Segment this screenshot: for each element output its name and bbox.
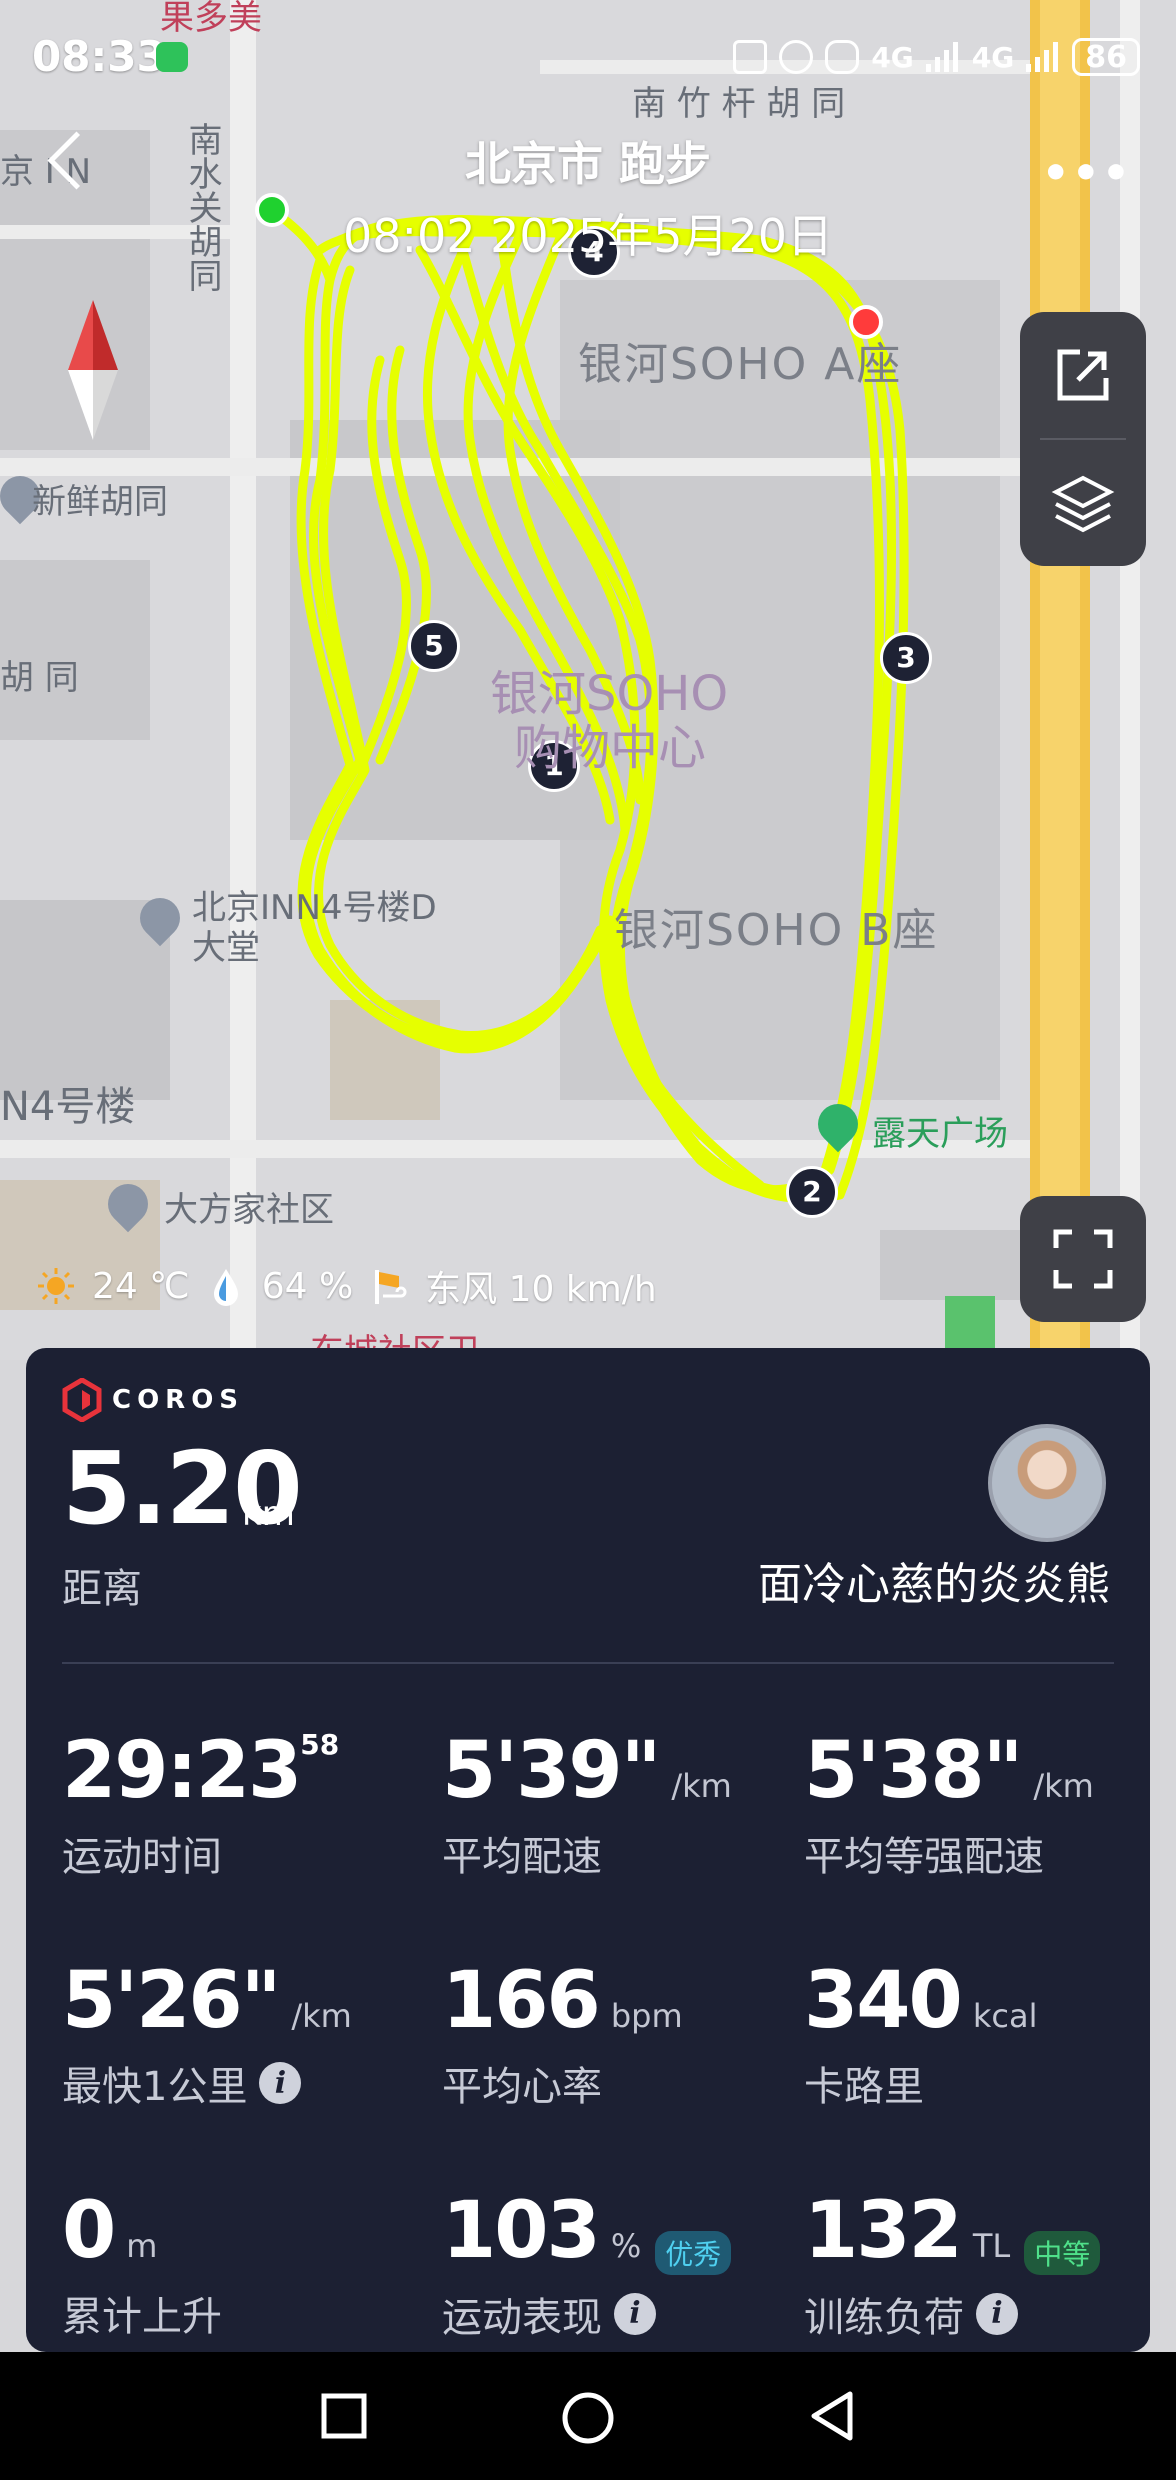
stat-label: 平均配速	[442, 1834, 602, 1880]
stat-label: 累计上升	[62, 2294, 222, 2340]
map-label-soho-a: 银河SOHO A座	[578, 339, 903, 390]
km-marker-2[interactable]: 2	[786, 1166, 838, 1218]
stat-value: 29:23	[62, 1726, 302, 1816]
stat-value: 5'26"	[62, 1956, 281, 2046]
stat-label: 训练负荷	[804, 2294, 964, 2341]
button-divider	[1040, 438, 1126, 440]
map-label-dafangjia: 大方家社区	[164, 1190, 334, 1230]
info-icon[interactable]: i	[259, 2062, 302, 2104]
clock: 08:33	[32, 32, 166, 81]
info-icon[interactable]: i	[614, 2292, 656, 2335]
page-title: 北京市 跑步	[464, 137, 711, 191]
wind: 东风 10 km/h	[425, 1269, 657, 1310]
stat-unit: bpm	[610, 1997, 683, 2035]
map-label-soho-center-2: 购物中心	[514, 720, 707, 776]
bluetooth-icon	[825, 40, 860, 74]
map-label-hutong: 胡 同	[0, 658, 79, 698]
alarm-icon	[779, 40, 814, 74]
home-icon[interactable]	[560, 2390, 616, 2446]
stat-label-row: 最快1公里 i	[62, 2054, 352, 2112]
weather-bar: 24 ℃ 64 % 东风 10 km/h	[36, 1260, 657, 1312]
network-icon: 4G	[871, 40, 914, 74]
humidity-icon	[213, 1269, 238, 1306]
stat-avg-adjusted-pace: 5'38" /km 平均等强配速	[804, 1728, 1094, 1882]
stat-label-row: 运动表现 i	[442, 2285, 731, 2343]
stat-value: 166	[442, 1956, 601, 2046]
map-action-group	[1020, 312, 1146, 566]
stat-label: 最快1公里	[62, 2064, 248, 2110]
stat-performance: 103% 优秀 运动表现 i	[442, 2186, 732, 2343]
compass-icon[interactable]	[68, 300, 118, 440]
stat-unit: %	[610, 2227, 642, 2265]
km-marker-3[interactable]: 3	[880, 632, 932, 684]
fullscreen-button[interactable]	[1020, 1196, 1146, 1322]
brand-logo: COROS	[62, 1378, 244, 1422]
stat-avg-pace: 5'39" /km 平均配速	[442, 1728, 732, 1882]
network-icon: 4G	[971, 40, 1015, 74]
stat-moving-time: 29:2358 运动时间	[62, 1728, 339, 1882]
stat-value: 340	[804, 1956, 963, 2046]
fullscreen-icon	[1053, 1229, 1113, 1289]
battery-icon: 86	[1072, 38, 1140, 76]
stat-calories: 340 kcal 卡路里	[804, 1958, 1037, 2112]
nfc-icon	[733, 40, 768, 74]
stat-label: 平均心率	[442, 2064, 602, 2110]
stat-elevation-gain: 0m 累计上升	[62, 2188, 222, 2342]
stat-label: 运动表现	[442, 2294, 602, 2341]
stat-avg-heart-rate: 166 bpm 平均心率	[442, 1958, 683, 2112]
map-label-building4: N4号楼	[0, 1084, 136, 1130]
brand-name: COROS	[112, 1385, 245, 1415]
stat-fastest-km: 5'26" /km 最快1公里 i	[62, 1958, 352, 2112]
stat-unit: m	[126, 2227, 158, 2265]
back-nav-icon[interactable]	[806, 2390, 858, 2442]
share-icon[interactable]	[1050, 342, 1116, 408]
map-label-soho-b: 银河SOHO B座	[614, 905, 939, 956]
performance-badge: 优秀	[655, 2230, 732, 2275]
signal-icon	[925, 42, 958, 72]
info-icon[interactable]: i	[976, 2292, 1018, 2335]
stat-label: 卡路里	[804, 2064, 924, 2110]
activity-summary-card: COROS 5.20 km 距离 面冷心慈的炎炎熊 29:2358 运动时间 5…	[26, 1348, 1150, 2352]
layers-icon[interactable]	[1050, 470, 1116, 536]
more-options-icon[interactable]: •••	[1042, 148, 1132, 199]
stat-training-load: 132 TL 中等 训练负荷 i	[804, 2186, 1101, 2343]
coros-logo-icon	[62, 1378, 102, 1422]
system-nav-bar	[0, 2352, 1176, 2480]
km-marker-5[interactable]: 5	[408, 620, 460, 672]
card-divider	[62, 1662, 1114, 1664]
username: 面冷心慈的炎炎熊	[758, 1559, 1110, 1610]
humidity: 64 %	[261, 1265, 354, 1307]
distance-label: 距离	[62, 1566, 142, 1612]
stat-label: 运动时间	[62, 1834, 222, 1880]
stat-value: 103	[442, 2186, 601, 2276]
stat-value: 132	[804, 2186, 963, 2276]
stat-unit: /km	[671, 1767, 732, 1805]
signal-icon	[1026, 42, 1059, 72]
sun-icon	[38, 1268, 74, 1304]
temperature: 24 ℃	[92, 1265, 190, 1307]
status-bar: 08:33 4G 4G 86	[0, 0, 1176, 110]
system-icons: 4G 4G 86	[733, 38, 1140, 76]
training-load-badge: 中等	[1024, 2230, 1101, 2275]
stat-unit: /km	[1033, 1767, 1094, 1805]
stat-value: 0	[62, 2186, 116, 2276]
stat-unit: TL	[972, 2227, 1011, 2265]
distance-unit: km	[242, 1494, 295, 1534]
wechat-icon	[156, 42, 188, 72]
stat-value: 5'39"	[442, 1726, 661, 1816]
activity-datetime: 08:02 2025年5月20日	[342, 209, 834, 263]
stat-unit: /km	[291, 1997, 352, 2035]
wind-icon	[375, 1270, 407, 1304]
map-label-xinxian: 新鲜胡同	[32, 482, 168, 522]
stat-value: 5'38"	[804, 1726, 1023, 1816]
avatar[interactable]	[988, 1424, 1106, 1542]
stat-unit: kcal	[972, 1997, 1038, 2035]
stat-value-hundredths: 58	[300, 1728, 340, 1761]
recent-apps-icon[interactable]	[318, 2390, 370, 2442]
stat-label-row: 训练负荷 i	[804, 2285, 1100, 2343]
stat-label: 平均等强配速	[804, 1834, 1044, 1880]
map-label-inn-hall-2: 大堂	[192, 928, 260, 968]
map-label-plaza: 露天广场	[872, 1114, 1008, 1154]
